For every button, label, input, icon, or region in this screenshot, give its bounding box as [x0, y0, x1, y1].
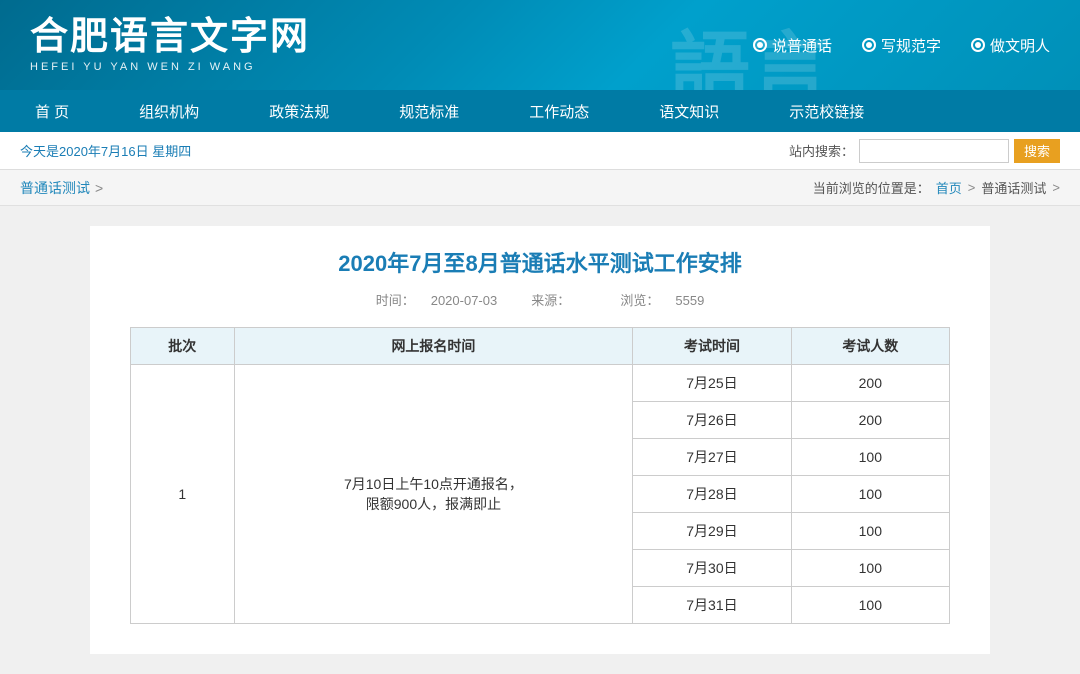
cell-count: 200 — [791, 402, 949, 439]
slogan-3: 做文明人 — [971, 35, 1050, 56]
cell-exam-date: 7月27日 — [633, 439, 791, 476]
views-label: 浏览： — [620, 293, 659, 308]
site-logo: 合肥语言文字网 HEFEI YU YAN WEN ZI WANG — [30, 17, 310, 74]
breadcrumb-location-label: 当前浏览的位置是： — [813, 178, 930, 197]
search-area: 站内搜索： 搜索 — [789, 139, 1060, 163]
cell-exam-date: 7月28日 — [633, 476, 791, 513]
breadcrumb-left: 普通话测试 > — [20, 178, 103, 198]
cell-exam-date: 7月29日 — [633, 513, 791, 550]
breadcrumb-chevron-2: > — [1052, 180, 1060, 195]
nav-policy[interactable]: 政策法规 — [234, 90, 364, 132]
slogan-1-text: 说普通话 — [772, 35, 832, 56]
radio-icon-2 — [862, 38, 876, 52]
cell-batch: 1 — [131, 365, 235, 624]
nav-standards[interactable]: 规范标准 — [364, 90, 494, 132]
nav-news[interactable]: 工作动态 — [494, 90, 624, 132]
logo-main-text: 合肥语言文字网 — [30, 17, 310, 59]
breadcrumb-chevron-left: > — [95, 180, 103, 196]
table-row: 17月10日上午10点开通报名， 限额900人，报满即止7月25日200 — [131, 365, 950, 402]
col-count: 考试人数 — [791, 328, 949, 365]
cell-count: 100 — [791, 476, 949, 513]
slogan-2-text: 写规范字 — [881, 35, 941, 56]
cell-count: 100 — [791, 587, 949, 624]
nav-knowledge[interactable]: 语文知识 — [624, 90, 754, 132]
main-nav: 首 页 组织机构 政策法规 规范标准 工作动态 语文知识 示范校链接 — [0, 90, 1080, 132]
breadcrumb-category: 普通话测试 — [20, 178, 90, 198]
breadcrumb-bar: 普通话测试 > 当前浏览的位置是： 首页 > 普通话测试 > — [0, 170, 1080, 206]
logo-sub-text: HEFEI YU YAN WEN ZI WANG — [30, 61, 310, 73]
cell-exam-date: 7月25日 — [633, 365, 791, 402]
breadcrumb-home-link[interactable]: 首页 — [936, 178, 962, 197]
cell-exam-date: 7月26日 — [633, 402, 791, 439]
breadcrumb-current: 普通话测试 — [981, 178, 1046, 197]
cell-count: 100 — [791, 550, 949, 587]
article-title: 2020年7月至8月普通话水平测试工作安排 — [130, 246, 950, 278]
breadcrumb-right: 当前浏览的位置是： 首页 > 普通话测试 > — [813, 178, 1060, 197]
table-header-row: 批次 网上报名时间 考试时间 考试人数 — [131, 328, 950, 365]
cell-exam-date: 7月31日 — [633, 587, 791, 624]
col-batch: 批次 — [131, 328, 235, 365]
cell-count: 200 — [791, 365, 949, 402]
cell-count: 100 — [791, 439, 949, 476]
views-value: 5559 — [675, 293, 704, 308]
time-label: 时间： — [376, 293, 415, 308]
schedule-table: 批次 网上报名时间 考试时间 考试人数 17月10日上午10点开通报名， 限额9… — [130, 327, 950, 624]
search-input[interactable] — [859, 139, 1009, 163]
slogan-2: 写规范字 — [862, 35, 941, 56]
radio-icon-3 — [971, 38, 985, 52]
article-meta: 时间： 2020-07-03 来源： 浏览： 5559 — [130, 290, 950, 309]
time-value: 2020-07-03 — [431, 293, 498, 308]
slogan-1: 说普通话 — [753, 35, 832, 56]
toolbar: 今天是2020年7月16日 星期四 站内搜索： 搜索 — [0, 132, 1080, 170]
date-display: 今天是2020年7月16日 星期四 — [20, 141, 191, 160]
search-label: 站内搜索： — [789, 141, 854, 160]
slogan-3-text: 做文明人 — [990, 35, 1050, 56]
main-content: 2020年7月至8月普通话水平测试工作安排 时间： 2020-07-03 来源： … — [90, 226, 990, 654]
nav-org[interactable]: 组织机构 — [104, 90, 234, 132]
source-label: 来源： — [531, 293, 570, 308]
cell-registration: 7月10日上午10点开通报名， 限额900人，报满即止 — [234, 365, 633, 624]
breadcrumb-chevron-1: > — [968, 180, 976, 195]
cell-count: 100 — [791, 513, 949, 550]
radio-icon-1 — [753, 38, 767, 52]
col-exam-date: 考试时间 — [633, 328, 791, 365]
nav-schools[interactable]: 示范校链接 — [754, 90, 899, 132]
header-slogans: 说普通话 写规范字 做文明人 — [753, 35, 1050, 56]
col-registration: 网上报名时间 — [234, 328, 633, 365]
search-button[interactable]: 搜索 — [1014, 139, 1060, 163]
cell-exam-date: 7月30日 — [633, 550, 791, 587]
site-header: 合肥语言文字网 HEFEI YU YAN WEN ZI WANG 語言 说普通话… — [0, 0, 1080, 90]
nav-home[interactable]: 首 页 — [0, 90, 104, 132]
